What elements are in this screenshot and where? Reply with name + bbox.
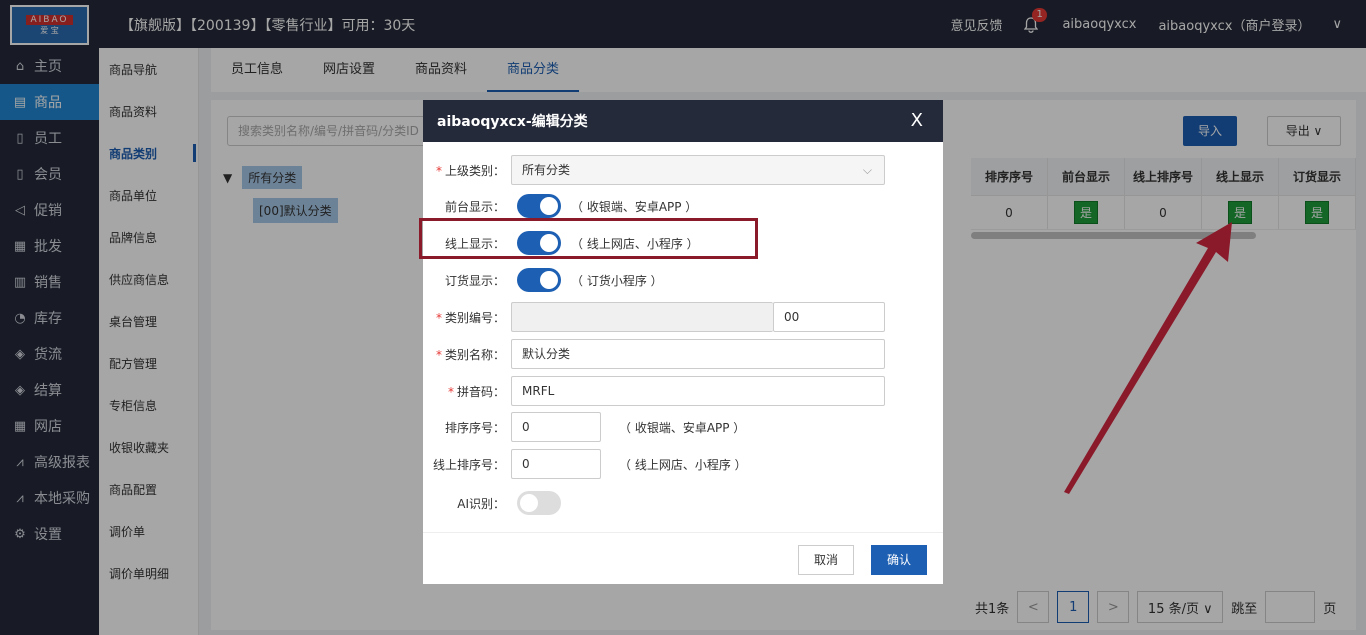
annotation-arrow — [1064, 222, 1232, 494]
